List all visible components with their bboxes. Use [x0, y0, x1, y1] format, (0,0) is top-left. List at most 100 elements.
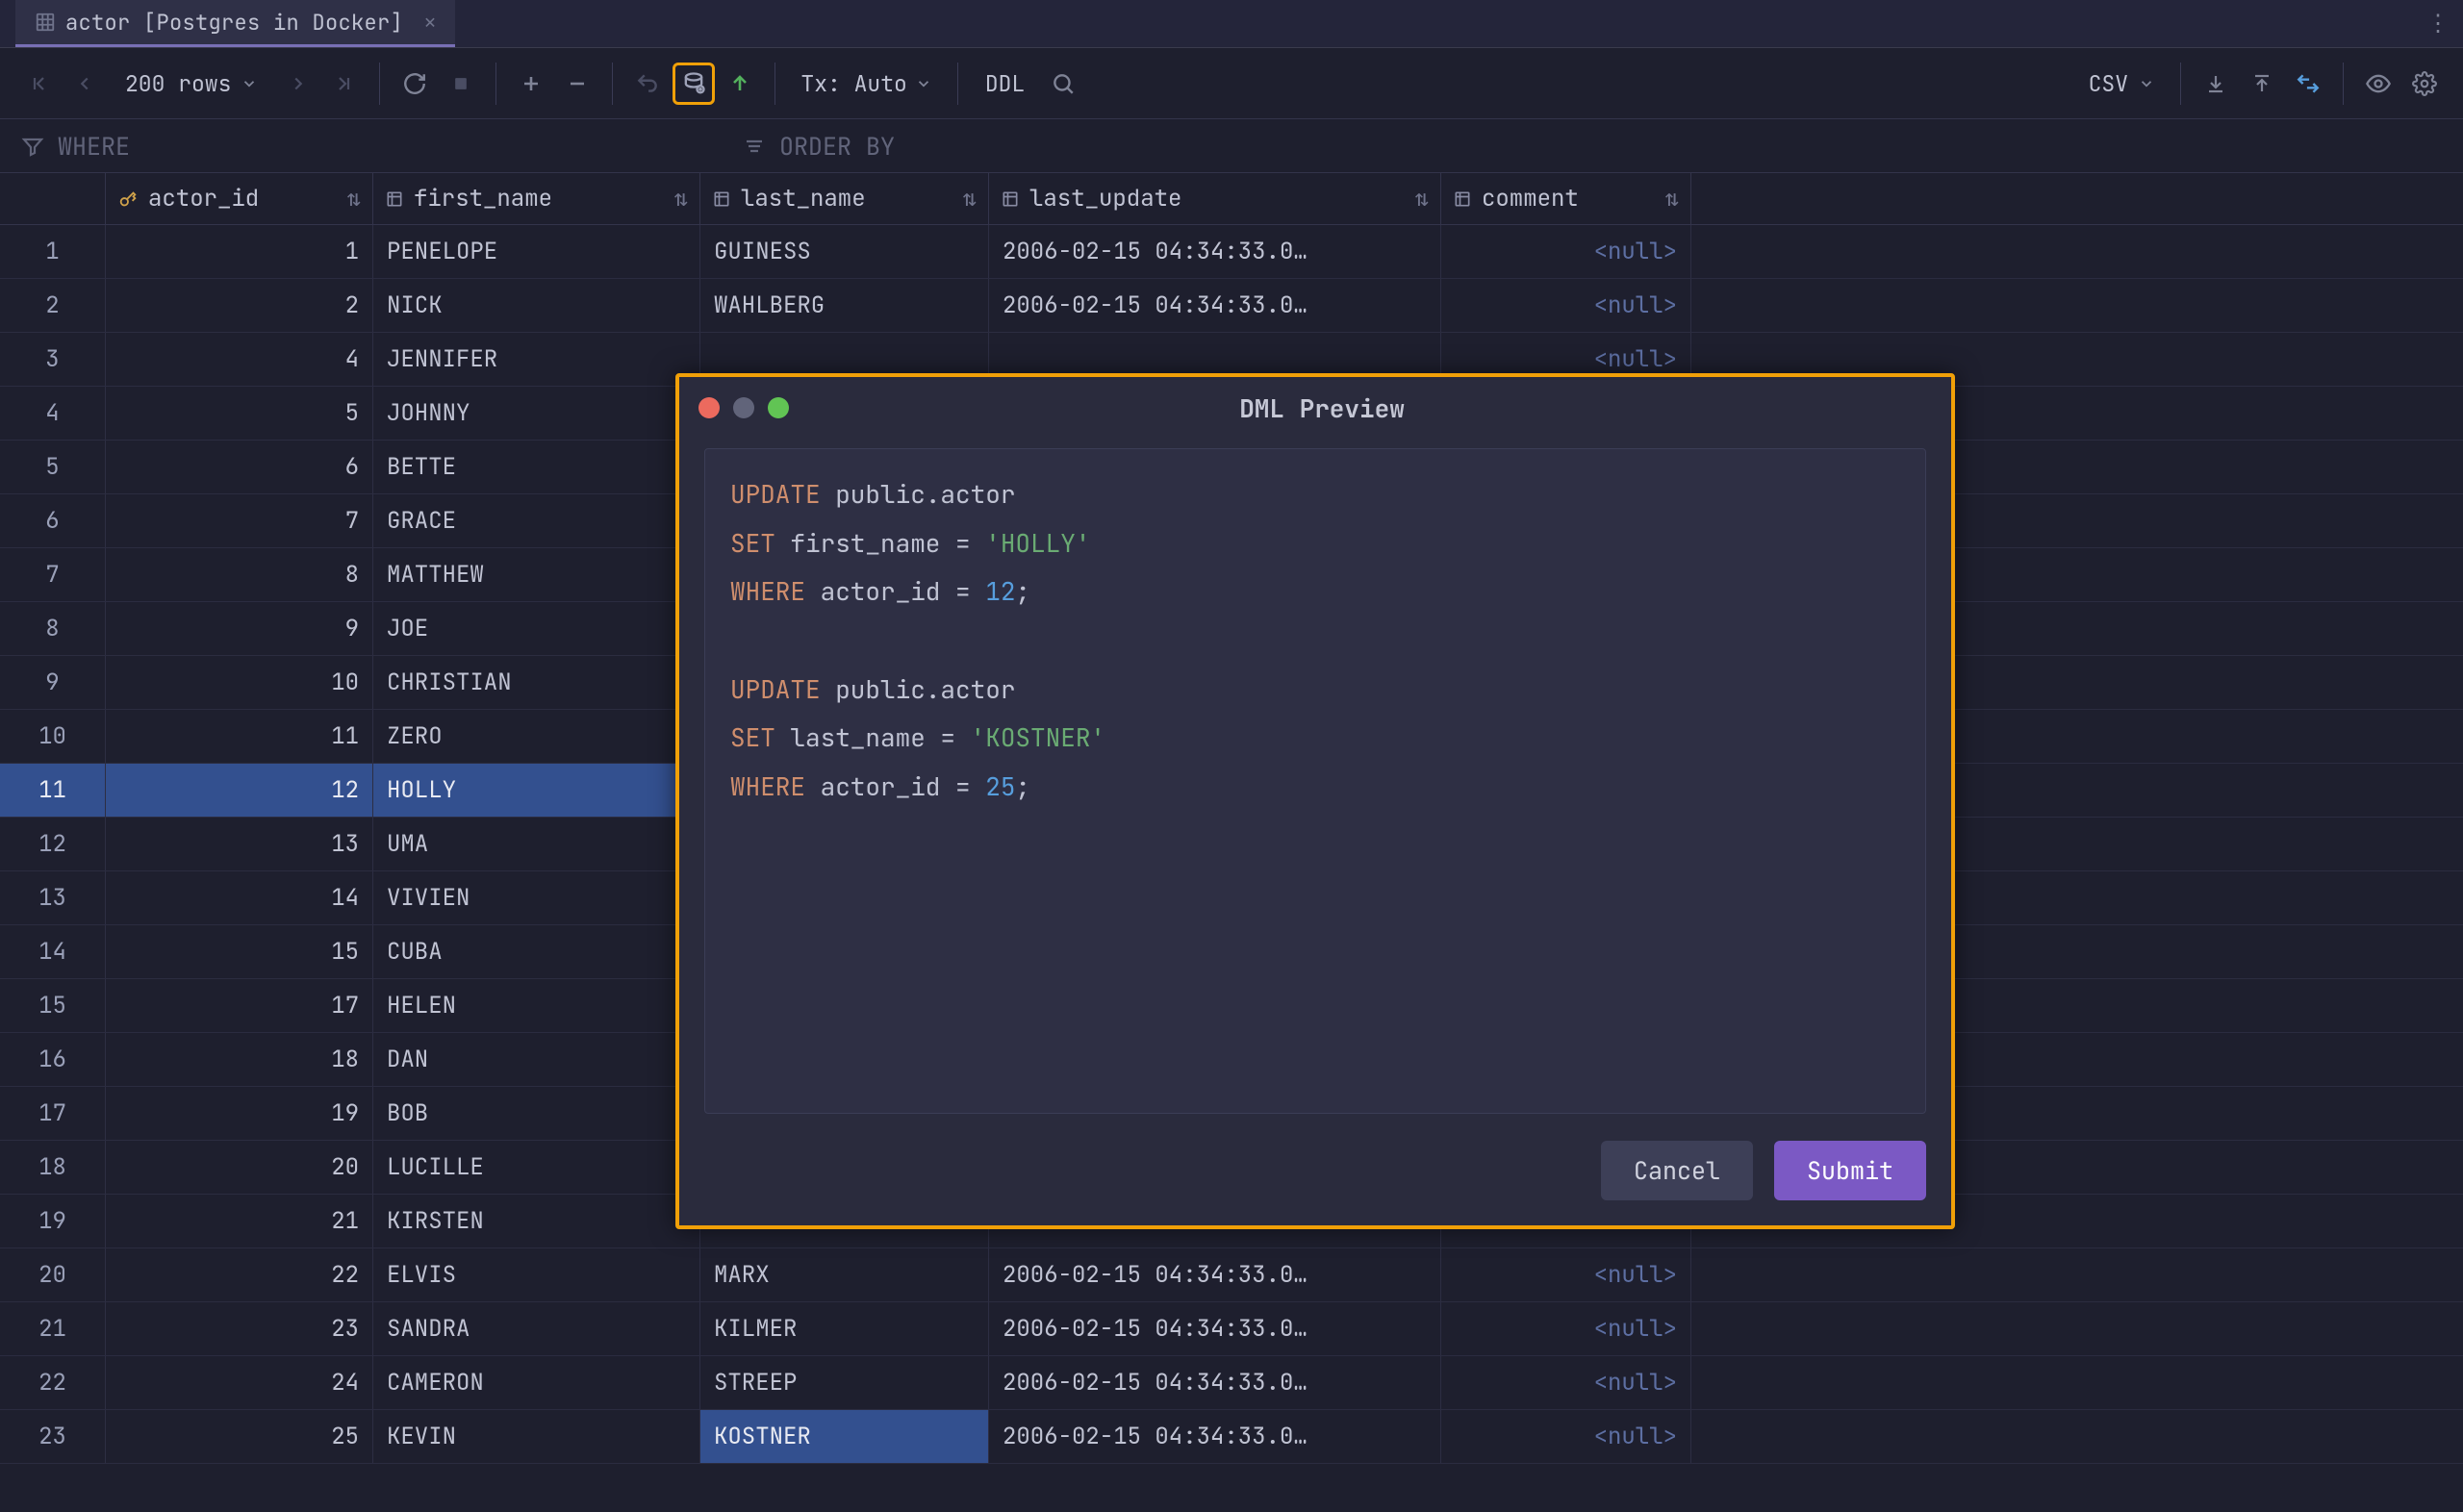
cell-actor-id[interactable]: 24 — [106, 1356, 373, 1409]
col-first-name[interactable]: first_name ⇅ — [373, 173, 700, 224]
cell-first-name[interactable]: KIRSTEN — [373, 1195, 700, 1247]
sort-icon[interactable]: ⇅ — [347, 184, 361, 214]
prev-page-icon[interactable] — [63, 63, 106, 105]
table-row[interactable]: 2224CAMERONSTREEP2006-02-15 04:34:33.0…<… — [0, 1356, 2463, 1410]
dialog-titlebar[interactable]: DML Preview — [679, 377, 1951, 439]
cell-first-name[interactable]: SANDRA — [373, 1302, 700, 1355]
cancel-button[interactable]: Cancel — [1601, 1141, 1753, 1200]
tx-mode[interactable]: Tx: Auto — [789, 69, 943, 98]
cell-last-update[interactable]: 2006-02-15 04:34:33.0… — [989, 1410, 1441, 1463]
cell-first-name[interactable]: CHRISTIAN — [373, 656, 700, 709]
cell-last-name[interactable]: KOSTNER — [700, 1410, 989, 1463]
cell-comment[interactable]: <null> — [1441, 279, 1691, 332]
remove-row-icon[interactable] — [556, 63, 598, 105]
cell-actor-id[interactable]: 15 — [106, 925, 373, 978]
gear-icon[interactable] — [2403, 63, 2446, 105]
cell-first-name[interactable]: UMA — [373, 818, 700, 870]
next-page-icon[interactable] — [277, 63, 319, 105]
submit-button[interactable]: Submit — [1774, 1141, 1926, 1200]
row-number[interactable]: 6 — [0, 494, 106, 547]
more-icon[interactable]: ⋮ — [2426, 9, 2450, 38]
cell-first-name[interactable]: HOLLY — [373, 764, 700, 817]
row-number[interactable]: 3 — [0, 333, 106, 386]
cell-comment[interactable]: <null> — [1441, 1302, 1691, 1355]
row-number[interactable]: 9 — [0, 656, 106, 709]
cell-first-name[interactable]: JENNIFER — [373, 333, 700, 386]
cell-actor-id[interactable]: 21 — [106, 1195, 373, 1247]
cell-actor-id[interactable]: 13 — [106, 818, 373, 870]
row-gutter-header[interactable] — [0, 173, 106, 224]
row-number[interactable]: 22 — [0, 1356, 106, 1409]
row-number[interactable]: 7 — [0, 548, 106, 601]
cell-last-update[interactable]: 2006-02-15 04:34:33.0… — [989, 225, 1441, 278]
cell-actor-id[interactable]: 10 — [106, 656, 373, 709]
cell-first-name[interactable]: JOHNNY — [373, 387, 700, 440]
cell-last-name[interactable]: GUINESS — [700, 225, 989, 278]
row-number[interactable]: 23 — [0, 1410, 106, 1463]
row-number[interactable]: 19 — [0, 1195, 106, 1247]
col-last-update[interactable]: last_update ⇅ — [989, 173, 1441, 224]
cell-first-name[interactable]: JOE — [373, 602, 700, 655]
row-number[interactable]: 12 — [0, 818, 106, 870]
table-row[interactable]: 22NICKWAHLBERG2006-02-15 04:34:33.0…<nul… — [0, 279, 2463, 333]
table-row[interactable]: 2325KEVINKOSTNER2006-02-15 04:34:33.0…<n… — [0, 1410, 2463, 1464]
cell-actor-id[interactable]: 12 — [106, 764, 373, 817]
search-icon[interactable] — [1042, 63, 1084, 105]
row-number[interactable]: 13 — [0, 871, 106, 924]
table-row[interactable]: 2022ELVISMARX2006-02-15 04:34:33.0…<null… — [0, 1248, 2463, 1302]
add-row-icon[interactable] — [510, 63, 552, 105]
cell-first-name[interactable]: PENELOPE — [373, 225, 700, 278]
row-number[interactable]: 21 — [0, 1302, 106, 1355]
stop-icon[interactable] — [440, 63, 482, 105]
cell-first-name[interactable]: CAMERON — [373, 1356, 700, 1409]
sort-icon[interactable]: ⇅ — [1665, 184, 1679, 214]
cell-comment[interactable]: <null> — [1441, 1248, 1691, 1301]
row-number[interactable]: 17 — [0, 1087, 106, 1140]
tab-actor[interactable]: actor [Postgres in Docker] ✕ — [15, 0, 455, 47]
row-number[interactable]: 14 — [0, 925, 106, 978]
window-minimize-icon[interactable] — [733, 397, 754, 418]
last-page-icon[interactable] — [323, 63, 366, 105]
preview-dml-icon[interactable] — [673, 63, 715, 105]
cell-actor-id[interactable]: 22 — [106, 1248, 373, 1301]
cell-first-name[interactable]: KEVIN — [373, 1410, 700, 1463]
cell-comment[interactable]: <null> — [1441, 1410, 1691, 1463]
cell-last-name[interactable]: MARX — [700, 1248, 989, 1301]
row-number[interactable]: 8 — [0, 602, 106, 655]
cell-actor-id[interactable]: 20 — [106, 1141, 373, 1194]
cell-last-update[interactable]: 2006-02-15 04:34:33.0… — [989, 1356, 1441, 1409]
reload-icon[interactable] — [394, 63, 436, 105]
cell-first-name[interactable]: HELEN — [373, 979, 700, 1032]
col-comment[interactable]: comment ⇅ — [1441, 173, 1691, 224]
cell-actor-id[interactable]: 8 — [106, 548, 373, 601]
row-number[interactable]: 1 — [0, 225, 106, 278]
download-icon[interactable] — [2195, 63, 2237, 105]
row-number[interactable]: 5 — [0, 441, 106, 493]
row-number[interactable]: 15 — [0, 979, 106, 1032]
cell-actor-id[interactable]: 5 — [106, 387, 373, 440]
cell-first-name[interactable]: LUCILLE — [373, 1141, 700, 1194]
cell-comment[interactable]: <null> — [1441, 1356, 1691, 1409]
row-number[interactable]: 10 — [0, 710, 106, 763]
cell-last-update[interactable]: 2006-02-15 04:34:33.0… — [989, 1302, 1441, 1355]
cell-first-name[interactable]: MATTHEW — [373, 548, 700, 601]
window-close-icon[interactable] — [698, 397, 720, 418]
cell-first-name[interactable]: GRACE — [373, 494, 700, 547]
submit-icon[interactable] — [719, 63, 761, 105]
cell-actor-id[interactable]: 19 — [106, 1087, 373, 1140]
cell-actor-id[interactable]: 17 — [106, 979, 373, 1032]
row-number[interactable]: 16 — [0, 1033, 106, 1086]
cell-actor-id[interactable]: 7 — [106, 494, 373, 547]
row-number[interactable]: 20 — [0, 1248, 106, 1301]
cell-last-name[interactable]: WAHLBERG — [700, 279, 989, 332]
revert-icon[interactable] — [626, 63, 669, 105]
cell-actor-id[interactable]: 18 — [106, 1033, 373, 1086]
window-maximize-icon[interactable] — [768, 397, 789, 418]
row-number[interactable]: 4 — [0, 387, 106, 440]
cell-actor-id[interactable]: 11 — [106, 710, 373, 763]
row-number[interactable]: 11 — [0, 764, 106, 817]
cell-last-update[interactable]: 2006-02-15 04:34:33.0… — [989, 1248, 1441, 1301]
cell-first-name[interactable]: NICK — [373, 279, 700, 332]
cell-first-name[interactable]: VIVIEN — [373, 871, 700, 924]
cell-last-update[interactable]: 2006-02-15 04:34:33.0… — [989, 279, 1441, 332]
